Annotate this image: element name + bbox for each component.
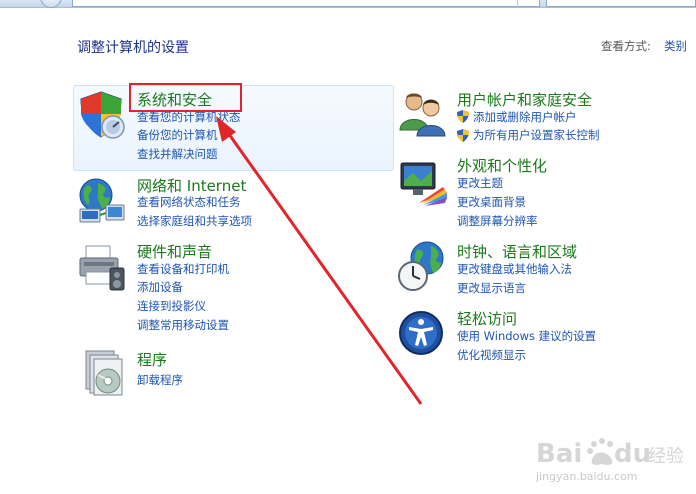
address-bar[interactable] [72,0,540,7]
breadcrumb [81,0,161,2]
network-globe-icon [79,178,125,223]
link-add-remove-accounts[interactable]: 添加或删除用户帐户 [473,109,577,125]
monitor-palette-icon [400,162,447,206]
view-by-label: 查看方式: [601,39,651,53]
svg-text:du: du [614,439,651,469]
link-optimize-display[interactable]: 优化视频显示 [457,347,526,363]
link-view-network-status[interactable]: 查看网络状态和任务 [137,194,241,210]
category-title-appearance[interactable]: 外观和个性化 [457,155,547,176]
view-by-dropdown[interactable]: 类别 [664,38,687,54]
users-icon [399,93,446,137]
link-mobility-settings[interactable]: 调整常用移动设置 [137,317,229,333]
link-parental-controls[interactable]: 为所有用户设置家长控制 [473,127,600,143]
link-troubleshoot[interactable]: 查找并解决问题 [137,146,218,162]
link-recommended-settings[interactable]: 使用 Windows 建议的设置 [457,328,596,344]
category-title-ease-of-access[interactable]: 轻松访问 [457,308,517,329]
link-change-keyboards[interactable]: 更改键盘或其他输入法 [457,261,572,277]
link-devices-printers[interactable]: 查看设备和打印机 [137,261,229,277]
link-change-theme[interactable]: 更改主题 [457,175,503,191]
link-screen-resolution[interactable]: 调整屏幕分辨率 [457,213,538,229]
link-homegroup-sharing[interactable]: 选择家庭组和共享选项 [137,213,252,229]
link-backup-computer[interactable]: 备份您的计算机 [137,127,218,143]
accessibility-icon [399,311,443,355]
link-change-display-language[interactable]: 更改显示语言 [457,280,526,296]
category-title-programs[interactable]: 程序 [137,349,167,370]
search-input[interactable] [546,0,696,7]
link-uninstall-program[interactable]: 卸载程序 [137,372,183,388]
annotation-highlight-box [129,83,242,112]
category-title-hardware-sound[interactable]: 硬件和声音 [137,241,212,262]
address-dropdown-button[interactable] [517,0,539,7]
forward-button[interactable] [40,0,62,8]
uac-shield-icon [457,110,469,123]
programs-disc-icon [85,350,123,396]
link-connect-projector[interactable]: 连接到投影仪 [137,298,206,314]
shield-icon [80,91,125,139]
svg-text:Bai: Bai [536,439,582,469]
category-title-clock-language[interactable]: 时钟、语言和区域 [457,241,577,262]
top-toolbar [0,0,696,8]
printer-icon [79,245,125,291]
link-change-desktop-background[interactable]: 更改桌面背景 [457,194,526,210]
watermark-brand-suffix: 经验 [648,446,684,467]
clock-globe-icon [398,241,444,291]
category-title-network-internet[interactable]: 网络和 Internet [137,175,246,196]
watermark-url: jingyan.baidu.com [536,470,638,483]
page-title: 调整计算机的设置 [77,40,189,56]
category-title-user-accounts[interactable]: 用户帐户和家庭安全 [457,89,592,110]
uac-shield-icon [457,129,469,142]
search-placeholder [555,0,625,2]
link-add-device[interactable]: 添加设备 [137,279,183,295]
